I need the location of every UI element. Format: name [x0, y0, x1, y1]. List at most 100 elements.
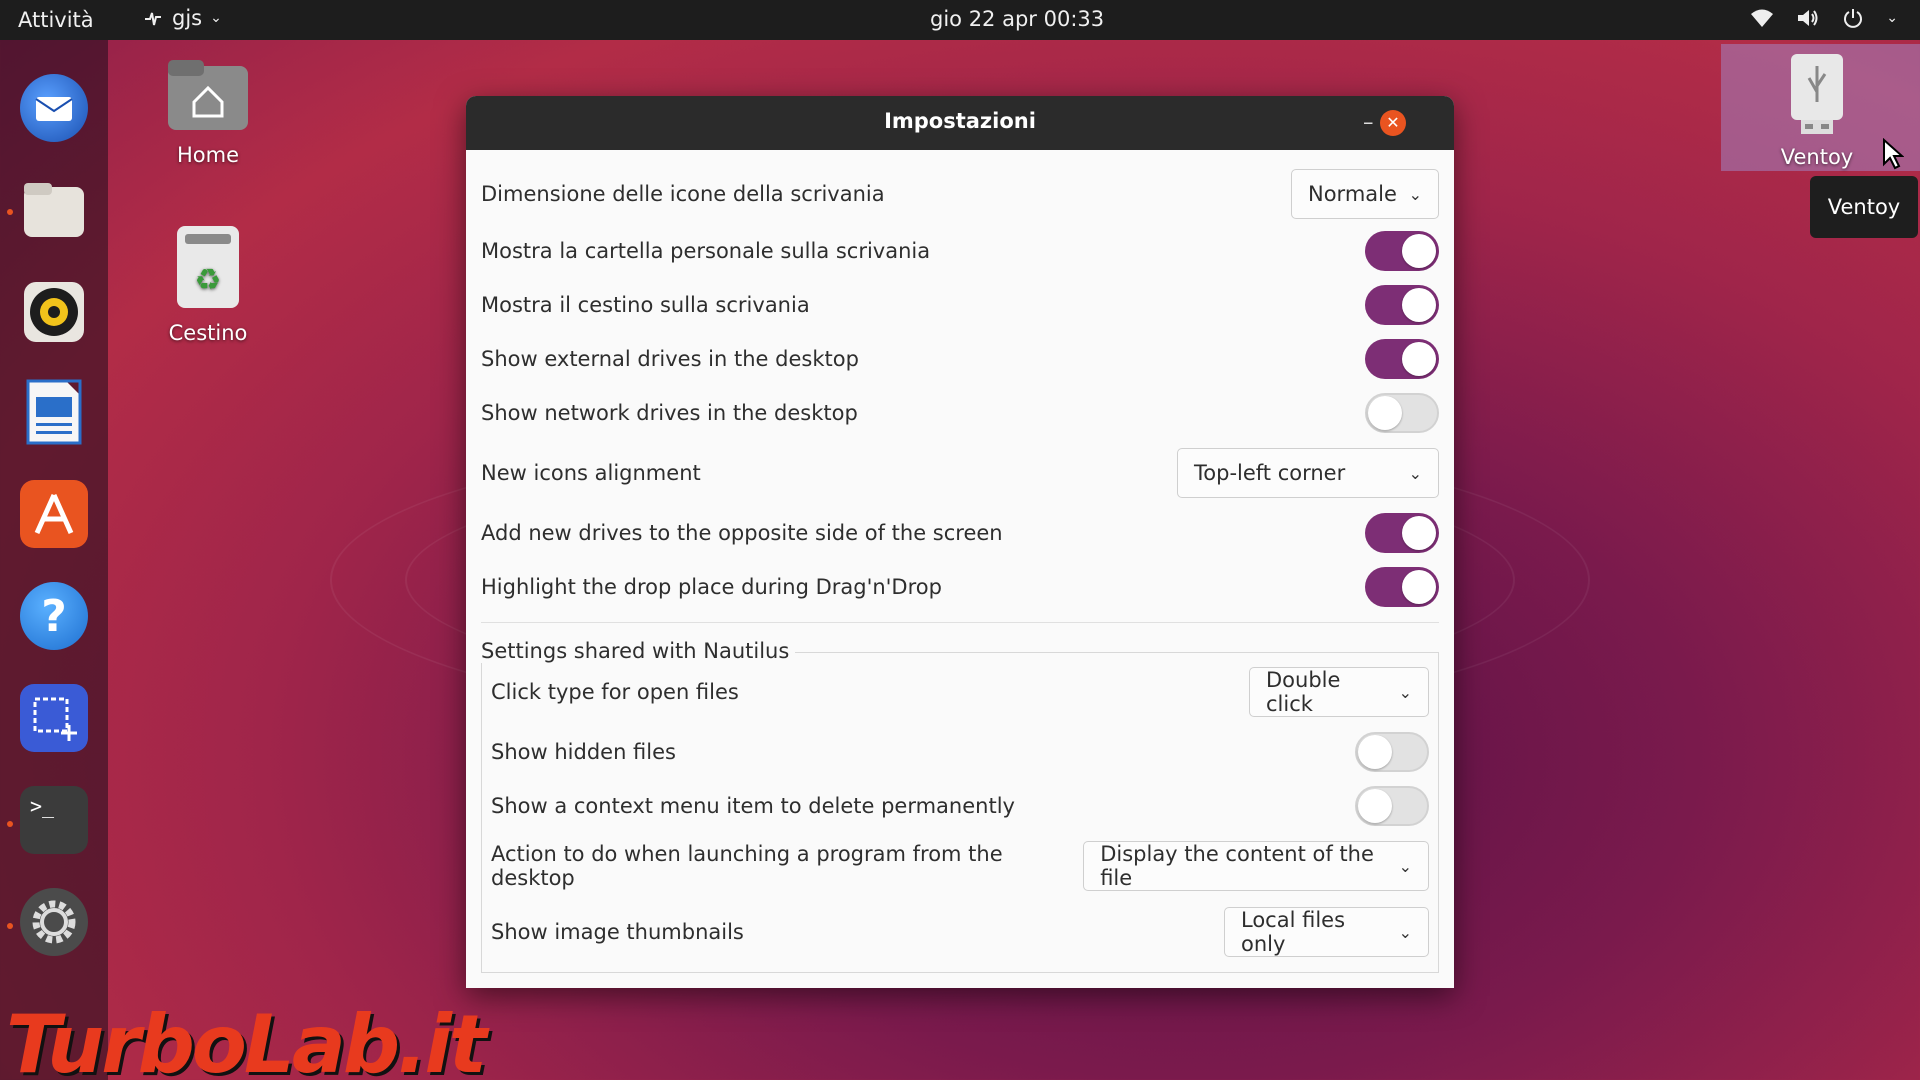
desktop-trash-label: Cestino: [168, 321, 248, 345]
setting-row-thumbnails: Show image thumbnails Local files only ⌄: [491, 907, 1429, 957]
screenshot-icon: [33, 697, 77, 741]
dock-thunderbird[interactable]: [20, 74, 88, 142]
thumbnails-dropdown[interactable]: Local files only ⌄: [1224, 907, 1429, 957]
running-indicator: [7, 821, 13, 827]
nautilus-settings-frame: Click type for open files Double click ⌄…: [481, 652, 1439, 973]
setting-label: Show network drives in the desktop: [481, 401, 858, 425]
home-folder-icon: [168, 60, 248, 130]
speaker-icon: [24, 282, 84, 342]
external-drives-toggle[interactable]: [1365, 339, 1439, 379]
toggle-knob: [1402, 288, 1436, 322]
dock-software[interactable]: [20, 480, 88, 548]
network-drives-toggle[interactable]: [1365, 393, 1439, 433]
dock-terminal[interactable]: >_: [20, 786, 88, 854]
chevron-down-icon: ⌄: [1886, 10, 1898, 26]
setting-label: Action to do when launching a program fr…: [491, 842, 1003, 890]
setting-label: Mostra la cartella personale sulla scriv…: [481, 239, 931, 263]
setting-row-network-drives: Show network drives in the desktop: [481, 389, 1439, 437]
setting-row-hidden-files: Show hidden files: [491, 727, 1429, 777]
chevron-down-icon: ⌄: [210, 10, 222, 26]
app-menu[interactable]: gjs ⌄: [142, 6, 222, 30]
setting-label: Add new drives to the opposite side of t…: [481, 521, 1003, 545]
minimize-button[interactable]: –: [1363, 110, 1374, 134]
folder-icon: [24, 183, 84, 237]
activities-button[interactable]: Attività: [18, 8, 94, 32]
mouse-cursor-icon: [1882, 137, 1905, 174]
setting-row-highlight-drop: Highlight the drop place during Drag'n'D…: [481, 563, 1439, 611]
running-indicator: [7, 923, 13, 929]
toggle-knob: [1402, 342, 1436, 376]
setting-label: Show hidden files: [491, 740, 676, 764]
nautilus-section-title: Settings shared with Nautilus: [481, 639, 796, 663]
usb-drive-icon: [1791, 54, 1843, 134]
dock-settings[interactable]: [20, 888, 88, 956]
clock[interactable]: gio 22 apr 00:33: [930, 7, 1104, 31]
desktop-home-label: Home: [176, 143, 239, 167]
gear-icon: [32, 900, 76, 944]
mail-icon: [35, 97, 73, 121]
opposite-side-toggle[interactable]: [1365, 513, 1439, 553]
setting-label: Show external drives in the desktop: [481, 347, 859, 371]
setting-row-opposite-side: Add new drives to the opposite side of t…: [481, 509, 1439, 557]
setting-row-show-trash: Mostra il cestino sulla scrivania: [481, 281, 1439, 329]
icon-size-dropdown[interactable]: Normale ⌄: [1291, 169, 1439, 219]
show-trash-toggle[interactable]: [1365, 285, 1439, 325]
window-title: Impostazioni: [884, 109, 1036, 133]
toggle-knob: [1402, 516, 1436, 550]
toggle-knob: [1368, 396, 1402, 430]
close-button[interactable]: ✕: [1380, 110, 1406, 136]
status-area[interactable]: ⌄: [1750, 7, 1898, 29]
desktop-ventoy-label: Ventoy: [1780, 145, 1854, 169]
setting-label: Dimensione delle icone della scrivania: [481, 182, 885, 206]
setting-row-external-drives: Show external drives in the desktop: [481, 335, 1439, 383]
toggle-knob: [1402, 570, 1436, 604]
dock-files[interactable]: [20, 176, 88, 244]
setting-row-icons-alignment: New icons alignment Top-left corner ⌄: [481, 447, 1439, 499]
toggle-knob: [1358, 735, 1392, 769]
desktop-ventoy[interactable]: Ventoy: [1757, 52, 1877, 169]
hidden-files-toggle[interactable]: [1355, 732, 1429, 772]
icons-alignment-dropdown[interactable]: Top-left corner ⌄: [1177, 448, 1439, 498]
terminal-icon: >_: [30, 794, 55, 818]
dropdown-value: Double click: [1266, 668, 1341, 716]
power-icon: [1844, 9, 1863, 28]
setting-label: Show image thumbnails: [491, 920, 744, 944]
trash-icon: ♻: [177, 226, 239, 308]
setting-row-show-home: Mostra la cartella personale sulla scriv…: [481, 227, 1439, 275]
setting-label: Mostra il cestino sulla scrivania: [481, 293, 810, 317]
dock-help[interactable]: ?: [20, 582, 88, 650]
chevron-down-icon: ⌄: [1398, 856, 1412, 876]
highlight-drop-toggle[interactable]: [1365, 567, 1439, 607]
setting-label: Click type for open files: [491, 680, 739, 704]
dropdown-value: Top-left corner: [1194, 461, 1346, 485]
volume-icon: [1798, 10, 1818, 26]
settings-window: Impostazioni – ✕ Dimensione delle icone …: [466, 96, 1454, 988]
svg-text:♻: ♻: [195, 263, 222, 298]
software-store-icon: [34, 493, 74, 535]
desktop-home[interactable]: Home: [148, 58, 268, 167]
desktop-trash[interactable]: ♻ Cestino: [148, 224, 268, 345]
dock-screenshot[interactable]: [20, 684, 88, 752]
toggle-knob: [1358, 789, 1392, 823]
tooltip: Ventoy: [1810, 176, 1918, 238]
wifi-icon: [1751, 9, 1774, 27]
click-type-dropdown[interactable]: Double click ⌄: [1249, 667, 1429, 717]
document-icon: [26, 379, 82, 445]
dropdown-value: Local files only: [1241, 908, 1346, 956]
app-menu-icon: [145, 12, 161, 26]
running-indicator: [7, 209, 13, 215]
title-bar[interactable]: Impostazioni – ✕: [466, 96, 1454, 150]
help-icon: ?: [41, 590, 67, 642]
dock-writer[interactable]: [20, 378, 88, 446]
delete-permanently-toggle[interactable]: [1355, 786, 1429, 826]
dock-rhythmbox[interactable]: [20, 278, 88, 346]
launch-action-dropdown[interactable]: Display the content of the file ⌄: [1083, 841, 1429, 891]
divider: [481, 622, 1439, 623]
watermark-logo: TurboLab.it: [6, 998, 487, 1080]
app-name: gjs: [172, 6, 203, 30]
top-bar: Attività gjs ⌄ gio 22 apr 00:33 ⌄: [0, 0, 1920, 40]
dropdown-value: Display the content of the file: [1100, 842, 1374, 890]
setting-label: Show a context menu item to delete perma…: [491, 794, 1015, 818]
setting-row-icon-size: Dimensione delle icone della scrivania N…: [481, 168, 1439, 220]
show-home-toggle[interactable]: [1365, 231, 1439, 271]
